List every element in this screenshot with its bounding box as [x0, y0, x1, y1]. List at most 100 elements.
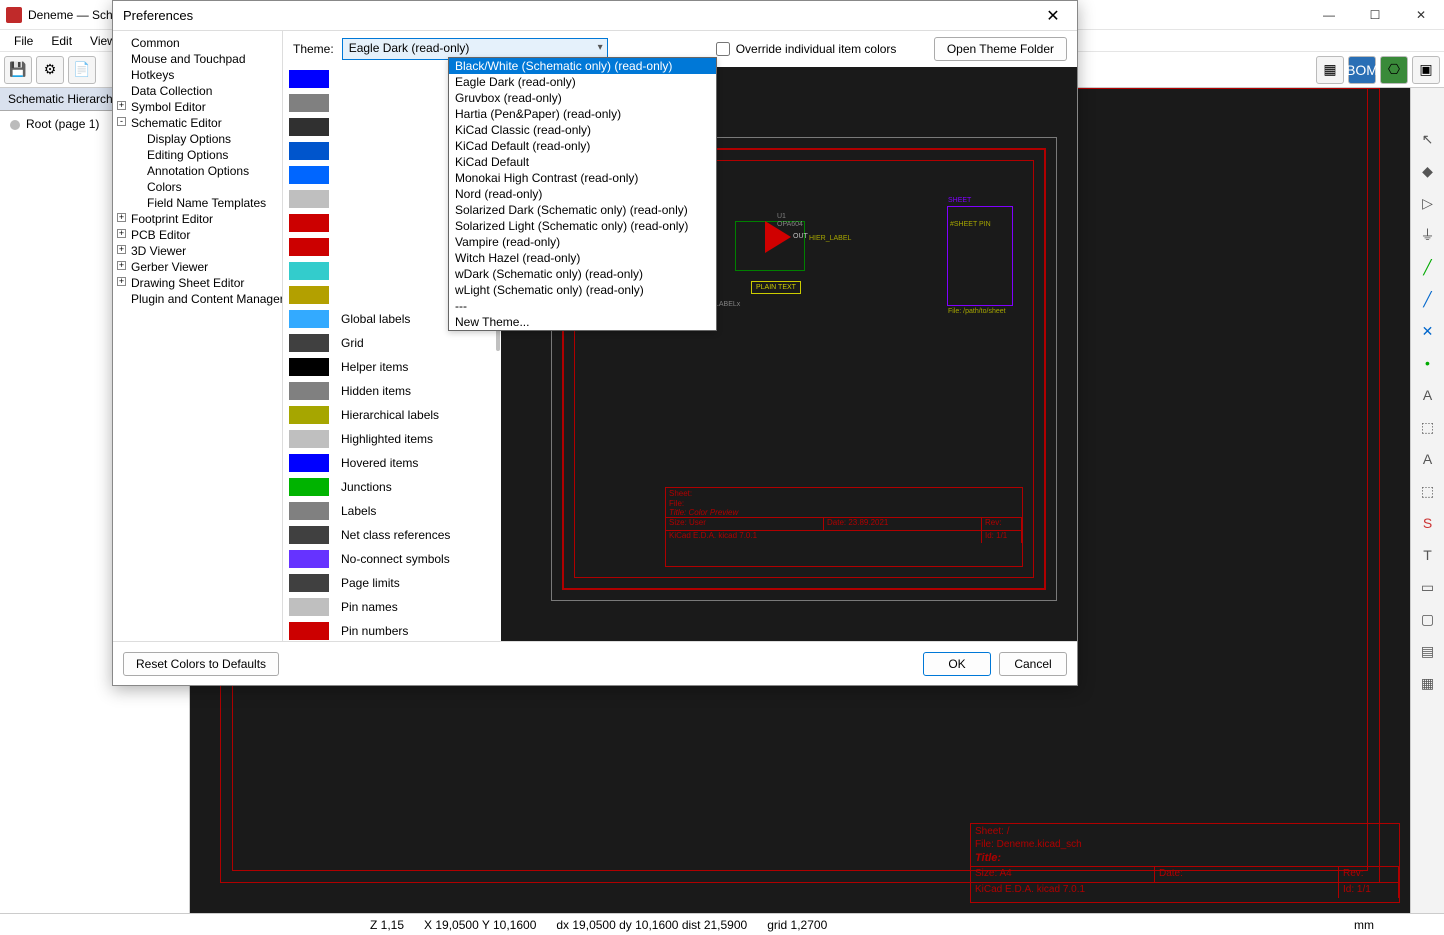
power-icon[interactable]: ⏚ [1417, 224, 1439, 246]
color-swatch[interactable] [289, 526, 329, 544]
tree-node[interactable]: Annotation Options [115, 163, 280, 179]
theme-option[interactable]: Vampire (read-only) [449, 234, 716, 250]
menu-edit[interactable]: Edit [43, 32, 80, 50]
image-icon[interactable]: ▤ [1417, 640, 1439, 662]
theme-option[interactable]: wDark (Schematic only) (read-only) [449, 266, 716, 282]
color-swatch[interactable] [289, 430, 329, 448]
tree-node[interactable]: Common [115, 35, 280, 51]
cancel-button[interactable]: Cancel [999, 652, 1067, 676]
override-checkbox[interactable]: Override individual item colors [716, 42, 897, 56]
tree-node[interactable]: Editing Options [115, 147, 280, 163]
color-row[interactable]: Grid [283, 331, 501, 355]
page-icon[interactable]: 📄 [68, 56, 96, 84]
theme-option[interactable]: Hartia (Pen&Paper) (read-only) [449, 106, 716, 122]
ok-button[interactable]: OK [923, 652, 991, 676]
tree-node[interactable]: Field Name Templates [115, 195, 280, 211]
theme-dropdown[interactable]: Black/White (Schematic only) (read-only)… [448, 57, 717, 331]
category-tree[interactable]: CommonMouse and TouchpadHotkeysData Coll… [113, 31, 283, 641]
bom-icon[interactable]: BOM [1348, 56, 1376, 84]
color-row[interactable]: Net class references [283, 523, 501, 547]
noconnect-icon[interactable]: ✕ [1417, 320, 1439, 342]
maximize-button[interactable]: ☐ [1352, 0, 1398, 30]
netlabel-icon[interactable]: ⬚ [1417, 416, 1439, 438]
color-row[interactable]: Hovered items [283, 451, 501, 475]
color-swatch[interactable] [289, 238, 329, 256]
color-swatch[interactable] [289, 478, 329, 496]
theme-option[interactable]: wLight (Schematic only) (read-only) [449, 282, 716, 298]
color-row[interactable]: Highlighted items [283, 427, 501, 451]
color-row[interactable]: No-connect symbols [283, 547, 501, 571]
minimize-button[interactable]: — [1306, 0, 1352, 30]
symbol-icon[interactable]: ▷ [1417, 192, 1439, 214]
tree-node[interactable]: Data Collection [115, 83, 280, 99]
theme-option[interactable]: New Theme... [449, 314, 716, 330]
color-swatch[interactable] [289, 622, 329, 640]
color-swatch[interactable] [289, 310, 329, 328]
tree-node[interactable]: +3D Viewer [115, 243, 280, 259]
delete-icon[interactable]: ▦ [1417, 672, 1439, 694]
close-button[interactable]: ✕ [1398, 0, 1444, 30]
color-swatch[interactable] [289, 166, 329, 184]
theme-option[interactable]: Black/White (Schematic only) (read-only) [449, 58, 716, 74]
color-row[interactable]: Hierarchical labels [283, 403, 501, 427]
open-theme-folder-button[interactable]: Open Theme Folder [934, 37, 1067, 61]
tree-node[interactable]: Display Options [115, 131, 280, 147]
theme-option[interactable]: Eagle Dark (read-only) [449, 74, 716, 90]
hier-label-icon[interactable]: ⬚ [1417, 480, 1439, 502]
color-swatch[interactable] [289, 142, 329, 160]
color-swatch[interactable] [289, 382, 329, 400]
sheet-icon[interactable]: S [1417, 512, 1439, 534]
dialog-close-button[interactable]: ✕ [1039, 2, 1067, 30]
highlight-icon[interactable]: ◆ [1417, 160, 1439, 182]
save-icon[interactable]: 💾 [4, 56, 32, 84]
tree-node[interactable]: +PCB Editor [115, 227, 280, 243]
color-swatch[interactable] [289, 118, 329, 136]
color-swatch[interactable] [289, 286, 329, 304]
tree-node[interactable]: +Symbol Editor [115, 99, 280, 115]
color-swatch[interactable] [289, 454, 329, 472]
theme-option[interactable]: Monokai High Contrast (read-only) [449, 170, 716, 186]
terminal-icon[interactable]: ▣ [1412, 56, 1440, 84]
theme-option[interactable]: KiCad Default [449, 154, 716, 170]
theme-option[interactable]: Nord (read-only) [449, 186, 716, 202]
rect-icon[interactable]: ▢ [1417, 608, 1439, 630]
tree-node[interactable]: +Drawing Sheet Editor [115, 275, 280, 291]
color-row[interactable]: Labels [283, 499, 501, 523]
theme-option[interactable]: KiCad Classic (read-only) [449, 122, 716, 138]
color-swatch[interactable] [289, 190, 329, 208]
wire-icon[interactable]: ╱ [1417, 256, 1439, 278]
color-swatch[interactable] [289, 598, 329, 616]
color-row[interactable]: Hidden items [283, 379, 501, 403]
color-row[interactable]: Helper items [283, 355, 501, 379]
settings-icon[interactable]: ⚙ [36, 56, 64, 84]
tree-node[interactable]: Colors [115, 179, 280, 195]
bus-icon[interactable]: ╱ [1417, 288, 1439, 310]
cursor-icon[interactable]: ↖ [1417, 128, 1439, 150]
label-icon[interactable]: A [1417, 384, 1439, 406]
color-swatch[interactable] [289, 358, 329, 376]
tree-node[interactable]: Mouse and Touchpad [115, 51, 280, 67]
color-row[interactable]: Page limits [283, 571, 501, 595]
text-icon[interactable]: T [1417, 544, 1439, 566]
theme-option[interactable]: --- [449, 298, 716, 314]
color-swatch[interactable] [289, 262, 329, 280]
color-row[interactable]: Junctions [283, 475, 501, 499]
tree-node[interactable]: +Gerber Viewer [115, 259, 280, 275]
color-swatch[interactable] [289, 502, 329, 520]
theme-option[interactable]: Solarized Light (Schematic only) (read-o… [449, 218, 716, 234]
tree-node[interactable]: Plugin and Content Manager [115, 291, 280, 307]
tree-node[interactable]: -Schematic Editor [115, 115, 280, 131]
menu-file[interactable]: File [6, 32, 41, 50]
color-swatch[interactable] [289, 334, 329, 352]
color-row[interactable]: Pin names [283, 595, 501, 619]
textbox-icon[interactable]: ▭ [1417, 576, 1439, 598]
color-swatch[interactable] [289, 406, 329, 424]
grid-icon[interactable]: ▦ [1316, 56, 1344, 84]
theme-option[interactable]: Solarized Dark (Schematic only) (read-on… [449, 202, 716, 218]
junction-icon[interactable]: • [1417, 352, 1439, 374]
pcb-icon[interactable]: ⎔ [1380, 56, 1408, 84]
color-swatch[interactable] [289, 574, 329, 592]
tree-node[interactable]: Hotkeys [115, 67, 280, 83]
theme-option[interactable]: KiCad Default (read-only) [449, 138, 716, 154]
color-swatch[interactable] [289, 550, 329, 568]
